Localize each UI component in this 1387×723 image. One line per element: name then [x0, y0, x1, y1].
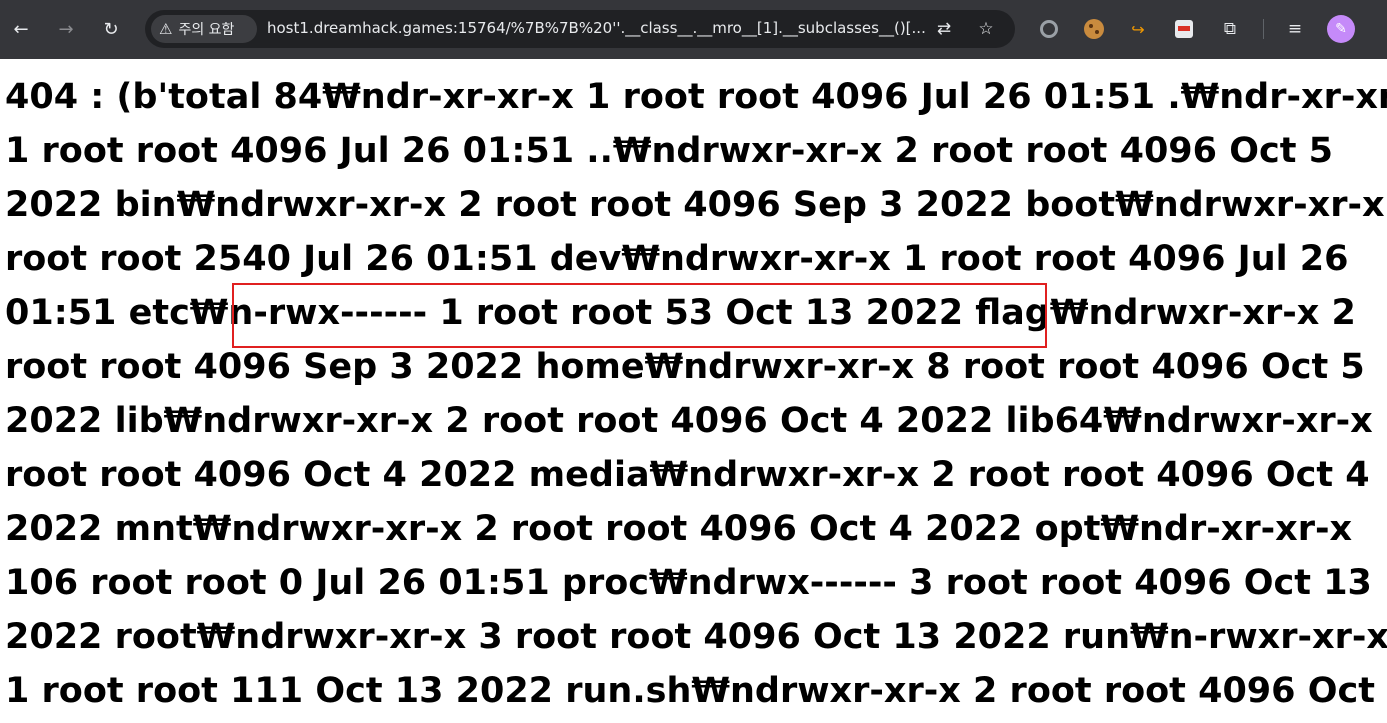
page-content: 404 : (b'total 84₩ndr-xr-xr-x 1 root roo…	[5, 70, 1387, 723]
toolbar-divider	[1263, 19, 1264, 39]
output-line: 404 : (b'total 84₩ndr-xr-xr-x 1 root roo…	[5, 77, 1387, 117]
flag-highlight-box	[232, 283, 1047, 348]
warning-triangle-icon: ⚠	[159, 20, 173, 38]
output-line: 2022 mnt₩ndrwxr-xr-x 2 root root 4096 Oc…	[5, 509, 1353, 549]
reload-button[interactable]: ↻	[96, 14, 126, 44]
back-button[interactable]: ←	[6, 14, 36, 44]
error-output: 404 : (b'total 84₩ndr-xr-xr-x 1 root roo…	[5, 70, 1387, 718]
output-line: 1 root root 111 Oct 13 2022 run.sh₩ndrwx…	[5, 671, 1387, 711]
arrow-right-icon: →	[58, 18, 74, 40]
output-line: 2022 bin₩ndrwxr-xr-x 2 root root 4096 Se…	[5, 185, 1387, 225]
avatar-edit-icon: ✎	[1335, 21, 1347, 37]
address-bar[interactable]: ⚠ 주의 요함 host1.dreamhack.games:15764/%7B%…	[145, 10, 1015, 48]
box-extension-icon[interactable]	[1172, 17, 1196, 41]
output-line: 2022 root₩ndrwxr-xr-x 3 root root 4096 O…	[5, 617, 1387, 657]
output-line: 106 root root 0 Jul 26 01:51 proc₩ndrwx-…	[5, 563, 1372, 603]
output-line: root root 4096 Oct 4 2022 media₩ndrwxr-x…	[5, 455, 1370, 495]
browser-toolbar: ← → ↻ ⚠ 주의 요함 host1.dreamhack.games:1576…	[0, 0, 1387, 59]
circle-extension-icon[interactable]	[1037, 17, 1061, 41]
url-text[interactable]: host1.dreamhack.games:15764/%7B%7B%20''.…	[267, 19, 937, 37]
puzzle-icon[interactable]: ⧉	[1218, 17, 1242, 41]
forward-button[interactable]: →	[51, 14, 81, 44]
security-chip[interactable]: ⚠ 주의 요함	[151, 15, 257, 43]
output-line: root root 2540 Jul 26 01:51 dev₩ndrwxr-x…	[5, 239, 1349, 279]
security-chip-label: 주의 요함	[178, 22, 235, 38]
output-line: 2022 lib₩ndrwxr-xr-x 2 root root 4096 Oc…	[5, 401, 1387, 441]
output-line: root root 4096 Sep 3 2022 home₩ndrwxr-xr…	[5, 347, 1365, 387]
translate-icon[interactable]: ⇄	[931, 16, 957, 42]
media-queue-icon[interactable]: ≡	[1283, 17, 1307, 41]
output-line: 1 root root 4096 Jul 26 01:51 ..₩ndrwxr-…	[5, 131, 1333, 171]
avatar[interactable]: ✎	[1327, 15, 1355, 43]
star-icon[interactable]: ☆	[973, 16, 999, 42]
arrow-extension-icon[interactable]: ↪	[1126, 17, 1150, 41]
cookie-icon[interactable]	[1082, 17, 1106, 41]
arrow-left-icon: ←	[13, 18, 29, 40]
reload-icon: ↻	[103, 18, 119, 40]
